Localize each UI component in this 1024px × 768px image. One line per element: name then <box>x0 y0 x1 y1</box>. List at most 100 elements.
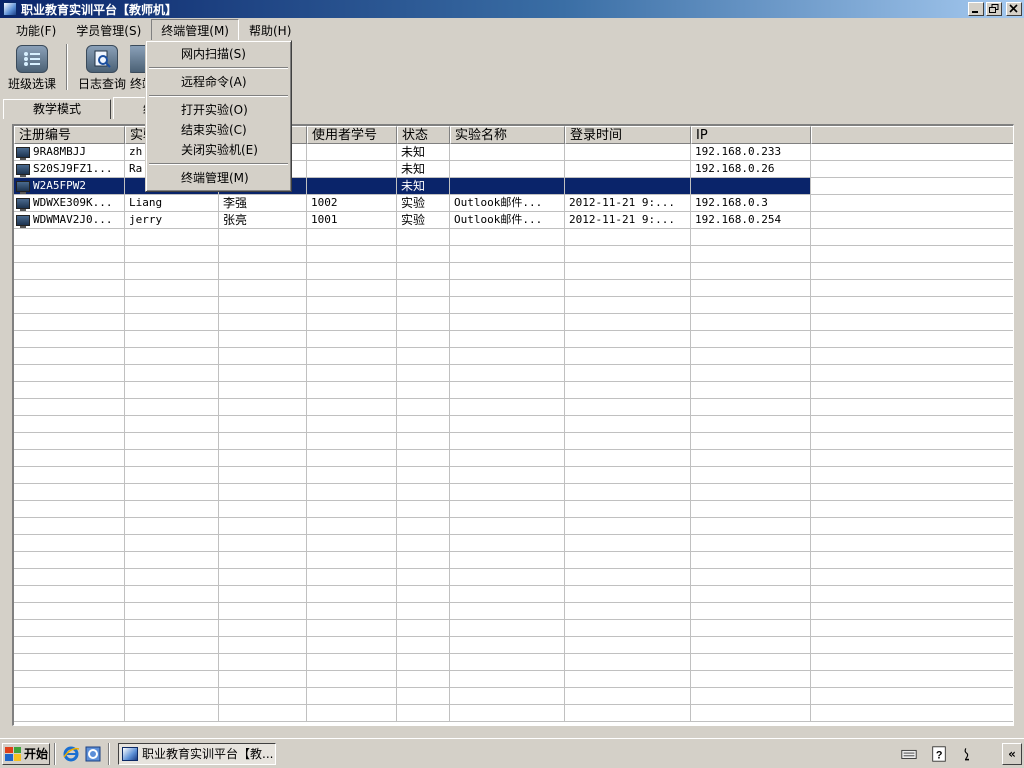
class-select-button[interactable]: 班级选课 <box>4 42 60 92</box>
table-row[interactable] <box>14 518 1013 535</box>
taskbar-separator <box>54 742 56 765</box>
cell-reg-no <box>14 246 125 263</box>
computer-icon <box>16 214 30 228</box>
volume-icon[interactable] <box>959 744 979 764</box>
table-row[interactable] <box>14 654 1013 671</box>
menu-item-shutdown-lab-pc[interactable]: 关闭实验机(E) <box>148 140 289 160</box>
help-icon[interactable]: ? <box>929 744 949 764</box>
terminal-grid[interactable]: 注册编号 实验者 姓名 使用者学号 状态 实验名称 登录时间 IP 9RA8MB… <box>12 124 1014 726</box>
table-row[interactable] <box>14 416 1013 433</box>
table-row[interactable] <box>14 688 1013 705</box>
cell-ip <box>691 348 811 365</box>
computer-icon <box>16 146 30 160</box>
app-icon <box>122 746 138 761</box>
table-row[interactable] <box>14 348 1013 365</box>
table-row[interactable] <box>14 450 1013 467</box>
column-header-status[interactable]: 状态 <box>397 126 450 144</box>
cell-experimenter <box>125 314 219 331</box>
cell-login-time <box>565 416 691 433</box>
restore-button[interactable] <box>986 2 1002 16</box>
table-row[interactable] <box>14 484 1013 501</box>
table-row[interactable] <box>14 263 1013 280</box>
menu-terminal-management[interactable]: 终端管理(M) <box>151 18 239 42</box>
cell-login-time <box>565 518 691 535</box>
table-row[interactable] <box>14 331 1013 348</box>
cell-student-id <box>307 144 397 161</box>
menu-function[interactable]: 功能(F) <box>6 19 66 42</box>
table-row[interactable] <box>14 365 1013 382</box>
cell-student-id: 1002 <box>307 195 397 212</box>
table-row[interactable] <box>14 501 1013 518</box>
cell-experiment-name <box>450 365 565 382</box>
cell-reg-no: 9RA8MBJJ <box>14 144 125 161</box>
table-row[interactable]: WDWXE309K... Liang 李强 1002 实验 Outlook邮件... 201… <box>14 195 1013 212</box>
column-header-student-id[interactable]: 使用者学号 <box>307 126 397 144</box>
show-desktop-icon[interactable] <box>84 745 102 763</box>
menu-item-remote-command[interactable]: 远程命令(A) <box>148 72 289 92</box>
menu-item-end-experiment[interactable]: 结束实验(C) <box>148 120 289 140</box>
cell-filler <box>811 161 1013 178</box>
column-header-ip[interactable]: IP <box>691 126 811 144</box>
cell-experiment-name <box>450 382 565 399</box>
table-row[interactable] <box>14 297 1013 314</box>
log-query-button[interactable]: 日志查询 <box>74 42 130 92</box>
cell-filler <box>811 314 1013 331</box>
cell-reg-no <box>14 314 125 331</box>
cell-ip <box>691 688 811 705</box>
column-header-experiment-name[interactable]: 实验名称 <box>450 126 565 144</box>
menu-item-terminal-management[interactable]: 终端管理(M) <box>148 168 289 188</box>
menu-student-management[interactable]: 学员管理(S) <box>66 19 151 42</box>
column-header-login-time[interactable]: 登录时间 <box>565 126 691 144</box>
table-row[interactable] <box>14 433 1013 450</box>
cell-reg-no <box>14 229 125 246</box>
table-row[interactable] <box>14 569 1013 586</box>
column-header-reg-no[interactable]: 注册编号 <box>14 126 125 144</box>
cell-experiment-name <box>450 688 565 705</box>
table-row[interactable] <box>14 705 1013 722</box>
taskbar-app-label: 职业教育实训平台【教... <box>142 747 274 761</box>
cell-status <box>397 603 450 620</box>
cell-name <box>219 552 307 569</box>
table-row[interactable] <box>14 535 1013 552</box>
table-row[interactable] <box>14 637 1013 654</box>
table-row[interactable] <box>14 671 1013 688</box>
table-row[interactable] <box>14 246 1013 263</box>
class-list-icon <box>16 45 48 73</box>
keyboard-icon[interactable] <box>899 744 919 764</box>
ie-browser-icon[interactable] <box>62 745 80 763</box>
cell-ip <box>691 297 811 314</box>
table-row[interactable]: WDWMAV2J0... jerry 张亮 1001 实验 Outlook邮件... 201… <box>14 212 1013 229</box>
close-button[interactable] <box>1006 2 1022 16</box>
menu-help[interactable]: 帮助(H) <box>239 19 301 42</box>
table-row[interactable] <box>14 603 1013 620</box>
tray-expand-button[interactable]: « <box>1002 743 1022 765</box>
table-row[interactable] <box>14 552 1013 569</box>
tab-teaching-mode[interactable]: 教学模式 <box>3 99 111 119</box>
cell-experiment-name <box>450 178 565 195</box>
table-row[interactable] <box>14 280 1013 297</box>
cell-student-id <box>307 161 397 178</box>
menu-item-open-experiment[interactable]: 打开实验(O) <box>148 100 289 120</box>
minimize-button[interactable] <box>968 2 984 16</box>
cell-status <box>397 671 450 688</box>
taskbar-separator <box>108 742 110 765</box>
cell-student-id <box>307 705 397 722</box>
cell-status: 实验 <box>397 212 450 229</box>
table-row[interactable] <box>14 586 1013 603</box>
table-row[interactable] <box>14 399 1013 416</box>
start-button[interactable]: 开始 <box>2 742 50 765</box>
title-bar[interactable]: 职业教育实训平台【教师机】 <box>0 0 1024 18</box>
cell-experimenter <box>125 365 219 382</box>
cell-experimenter <box>125 280 219 297</box>
cell-filler <box>811 382 1013 399</box>
cell-student-id <box>307 535 397 552</box>
table-row[interactable] <box>14 229 1013 246</box>
cell-filler <box>811 331 1013 348</box>
table-row[interactable] <box>14 467 1013 484</box>
menu-item-lan-scan[interactable]: 网内扫描(S) <box>148 44 289 64</box>
taskbar-app-button[interactable]: 职业教育实训平台【教... <box>118 742 276 765</box>
table-row[interactable] <box>14 314 1013 331</box>
table-row[interactable] <box>14 620 1013 637</box>
cell-experiment-name <box>450 348 565 365</box>
table-row[interactable] <box>14 382 1013 399</box>
